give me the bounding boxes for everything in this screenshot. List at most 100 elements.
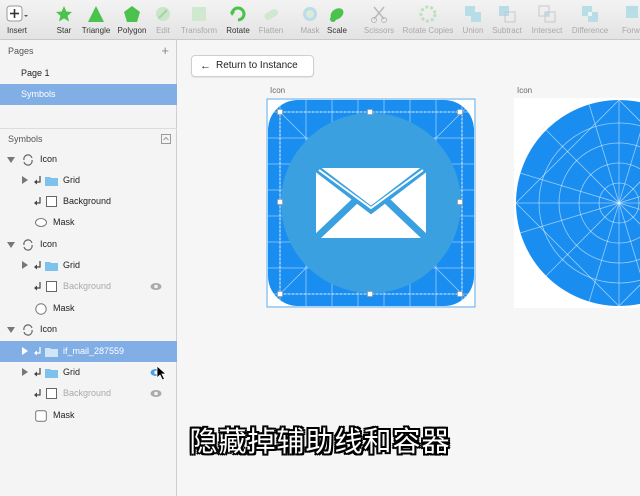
folder-icon bbox=[45, 177, 58, 186]
flatten-label: Flatten bbox=[258, 26, 284, 35]
union-icon bbox=[465, 6, 481, 22]
pages-header-label: Pages bbox=[8, 46, 34, 56]
scale-label: Scale bbox=[326, 26, 347, 35]
scissors-icon bbox=[371, 6, 387, 23]
layer-row-group[interactable]: Grid bbox=[0, 170, 177, 191]
rotate-copies-label: Rotate Copies bbox=[402, 26, 454, 35]
eye-icon[interactable] bbox=[150, 282, 162, 291]
page-item-page-1[interactable]: Page 1 bbox=[0, 63, 177, 84]
rotate-copies-button[interactable]: Rotate Copies bbox=[400, 5, 456, 36]
transform-label: Transform bbox=[180, 26, 218, 35]
edit-icon bbox=[156, 7, 170, 21]
flatten-button[interactable]: Flatten bbox=[255, 5, 287, 36]
disclosure-closed-icon[interactable] bbox=[22, 261, 28, 269]
disclosure-closed-icon[interactable] bbox=[22, 368, 28, 376]
circle-grid-artboard[interactable] bbox=[514, 98, 640, 308]
add-page-icon[interactable]: + bbox=[161, 40, 169, 62]
layer-row-group-selected[interactable]: if_mail_287559 bbox=[0, 341, 177, 362]
layer-row-oval[interactable]: Mask bbox=[0, 212, 177, 233]
disclosure-open-icon[interactable] bbox=[7, 326, 15, 334]
transform-button[interactable]: Transform bbox=[179, 5, 219, 36]
star-button[interactable]: Star bbox=[53, 5, 75, 36]
layer-label: Background bbox=[63, 281, 112, 291]
scale-button[interactable]: Scale bbox=[324, 5, 350, 36]
union-button[interactable]: Union bbox=[460, 5, 486, 36]
layer-label: Icon bbox=[40, 239, 58, 249]
layer-row-symbol[interactable]: Icon bbox=[0, 319, 177, 340]
layer-label: Mask bbox=[53, 217, 75, 227]
symbol-icon bbox=[23, 324, 33, 336]
symbols-header: Symbols bbox=[0, 128, 177, 150]
folder-icon bbox=[45, 262, 58, 271]
rotate-copies-icon bbox=[419, 5, 437, 23]
forward-label: Forw bbox=[622, 26, 640, 35]
layer-row-rectangle[interactable]: Background bbox=[0, 276, 177, 297]
difference-button[interactable]: Difference bbox=[568, 5, 612, 36]
forward-button[interactable]: Forw bbox=[622, 5, 640, 36]
insert-button[interactable]: Insert bbox=[4, 5, 30, 36]
difference-icon bbox=[582, 6, 598, 22]
polygon-button[interactable]: Polygon bbox=[116, 5, 148, 36]
return-to-instance-button[interactable]: ← Return to Instance bbox=[191, 55, 314, 77]
page-item-symbols[interactable]: Symbols bbox=[0, 84, 177, 105]
layer-row-rectangle[interactable]: Background bbox=[0, 191, 177, 212]
intersect-button[interactable]: Intersect bbox=[529, 5, 565, 36]
symbol-icon bbox=[23, 154, 33, 166]
forward-icon bbox=[626, 6, 638, 18]
mail-icon-artboard[interactable] bbox=[266, 98, 476, 308]
disclosure-open-icon[interactable] bbox=[7, 241, 15, 249]
layer-label: if_mail_287559 bbox=[63, 346, 125, 356]
symbols-header-label: Symbols bbox=[8, 134, 43, 144]
transform-icon bbox=[192, 7, 206, 21]
layer-row-symbol[interactable]: Icon bbox=[0, 234, 177, 255]
difference-label: Difference bbox=[571, 26, 609, 35]
triangle-button[interactable]: Triangle bbox=[80, 5, 112, 36]
mouse-cursor-icon bbox=[156, 365, 167, 381]
layer-label: Background bbox=[63, 196, 112, 206]
scissors-button[interactable]: Scissors bbox=[362, 5, 396, 36]
artboard-label[interactable]: Icon bbox=[517, 86, 532, 95]
flatten-icon bbox=[264, 9, 278, 20]
subtract-button[interactable]: Subtract bbox=[489, 5, 525, 36]
mask-icon bbox=[303, 7, 317, 21]
rotate-button[interactable]: Rotate bbox=[224, 5, 252, 36]
rectangle-icon bbox=[46, 388, 57, 399]
layer-row-rectangle[interactable]: Background bbox=[0, 383, 177, 404]
layer-row-group[interactable]: Grid bbox=[0, 255, 177, 276]
layer-label: Icon bbox=[40, 154, 58, 164]
disclosure-open-icon[interactable] bbox=[7, 156, 15, 164]
disclosure-closed-icon[interactable] bbox=[22, 347, 28, 355]
page-item-label: Page 1 bbox=[21, 68, 50, 78]
subtract-label: Subtract bbox=[492, 26, 522, 35]
oval-icon bbox=[35, 303, 47, 315]
symbol-icon bbox=[23, 239, 33, 251]
star-label: Star bbox=[56, 26, 72, 35]
envelope-icon[interactable] bbox=[313, 165, 429, 241]
pages-header: Pages + bbox=[0, 40, 177, 62]
rotate-label: Rotate bbox=[226, 26, 250, 35]
edit-button[interactable]: Edit bbox=[152, 5, 174, 36]
layer-label: Grid bbox=[63, 175, 81, 185]
mask-arrow-icon bbox=[34, 176, 41, 185]
subtract-icon bbox=[499, 6, 516, 23]
layer-row-oval[interactable]: Mask bbox=[0, 298, 177, 319]
layer-row-symbol[interactable]: Icon bbox=[0, 149, 177, 170]
mask-arrow-icon bbox=[34, 368, 41, 377]
disclosure-closed-icon[interactable] bbox=[22, 176, 28, 184]
folder-icon bbox=[45, 348, 58, 357]
arrow-left-icon: ← bbox=[200, 60, 211, 72]
insert-label: Insert bbox=[6, 26, 27, 35]
union-label: Union bbox=[462, 26, 484, 35]
mask-button[interactable]: Mask bbox=[298, 5, 322, 36]
layer-row-group[interactable]: Grid bbox=[0, 362, 177, 383]
toolbar: Insert Star Triangle Polygon Edit Transf… bbox=[0, 0, 640, 40]
eye-icon[interactable] bbox=[150, 389, 162, 398]
intersect-icon bbox=[538, 5, 556, 23]
collapse-icon[interactable] bbox=[161, 134, 171, 144]
oval-icon bbox=[35, 218, 47, 227]
artboard-label[interactable]: Icon bbox=[270, 86, 285, 95]
scale-icon bbox=[330, 8, 344, 22]
triangle-icon bbox=[88, 6, 104, 22]
triangle-label: Triangle bbox=[81, 26, 111, 35]
layer-label: Icon bbox=[40, 324, 58, 334]
